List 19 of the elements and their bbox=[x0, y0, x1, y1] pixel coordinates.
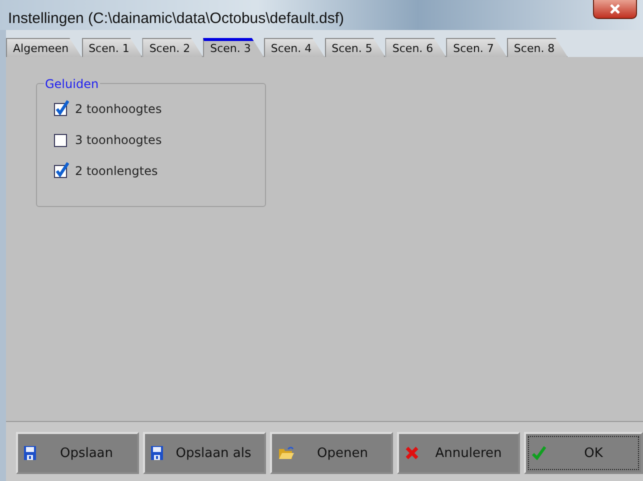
checkbox-label: 2 toonhoogtes bbox=[75, 102, 162, 116]
tab[interactable]: Scen. 7 bbox=[446, 38, 507, 57]
tab[interactable]: Scen. 4 bbox=[264, 38, 325, 57]
checkbox-label: 3 toonhoogtes bbox=[75, 133, 162, 147]
action-button[interactable]: Annuleren bbox=[397, 432, 520, 474]
action-button[interactable]: Opslaan bbox=[16, 432, 139, 474]
action-button[interactable]: Openen bbox=[270, 432, 393, 474]
tab[interactable]: Scen. 8 bbox=[506, 38, 568, 57]
tab[interactable]: Scen. 2 bbox=[142, 38, 204, 57]
tab[interactable]: Scen. 1 bbox=[82, 38, 142, 57]
tab[interactable]: Scen. 3 bbox=[203, 38, 264, 57]
tab[interactable]: Scen. 5 bbox=[324, 38, 386, 57]
action-button[interactable]: OK bbox=[524, 432, 643, 474]
window-title: Instellingen (C:\dainamic\data\Octobus\default.dsf) bbox=[8, 10, 344, 29]
checkbox-label: 2 toonlengtes bbox=[75, 164, 158, 178]
tab[interactable]: Scen. 6 bbox=[385, 38, 446, 57]
action-button[interactable]: Opslaan als bbox=[143, 432, 266, 474]
tab[interactable]: Algemeen bbox=[6, 38, 82, 57]
group-title: Geluiden bbox=[44, 77, 100, 91]
